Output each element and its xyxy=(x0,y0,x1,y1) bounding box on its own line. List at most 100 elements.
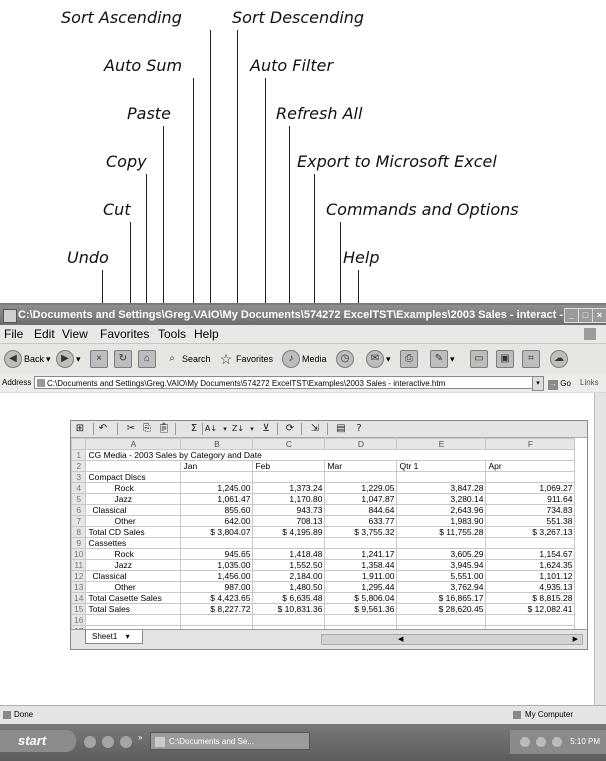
value-cell[interactable] xyxy=(485,537,576,549)
menu-tools[interactable]: Tools xyxy=(158,325,186,343)
row-label-cell[interactable]: Classical xyxy=(85,504,182,516)
value-cell[interactable]: 1,170.80 xyxy=(252,493,326,505)
value-cell[interactable]: 1,069.27 xyxy=(485,482,576,494)
value-cell[interactable] xyxy=(180,537,254,549)
back-button[interactable]: ◀ Back ▾ xyxy=(4,349,51,369)
value-cell[interactable]: 5,551.00 xyxy=(396,570,487,582)
sort-descending-icon[interactable]: Z↓ xyxy=(231,422,245,436)
value-cell[interactable]: $ 6,635.48 xyxy=(252,592,326,604)
value-cell[interactable]: $ 3,755.32 xyxy=(324,526,398,538)
value-cell[interactable] xyxy=(396,537,487,549)
row-label-cell[interactable]: Total Casette Sales xyxy=(85,592,182,604)
column-header[interactable]: D xyxy=(324,438,398,450)
home-button[interactable]: ⌂ xyxy=(138,349,156,369)
quick-launch-mail-icon[interactable] xyxy=(102,736,114,748)
edit-button[interactable]: ✎ ▾ xyxy=(430,349,455,369)
header-cell[interactable]: Mar xyxy=(324,460,398,472)
value-cell[interactable] xyxy=(324,471,398,483)
cut-icon[interactable]: ✂ xyxy=(124,422,138,436)
stop-button[interactable]: × xyxy=(90,349,108,369)
quick-launch-ie-icon[interactable] xyxy=(120,736,132,748)
value-cell[interactable]: 4,935.13 xyxy=(485,581,576,593)
value-cell[interactable] xyxy=(324,537,398,549)
refresh-button[interactable]: ↻ xyxy=(114,349,132,369)
value-cell[interactable] xyxy=(485,614,576,626)
menu-edit[interactable]: Edit xyxy=(34,325,55,343)
value-cell[interactable]: 3,280.14 xyxy=(396,493,487,505)
value-cell[interactable]: 911.64 xyxy=(485,493,576,505)
value-cell[interactable]: 3,847.28 xyxy=(396,482,487,494)
column-header[interactable]: C xyxy=(252,438,326,450)
value-cell[interactable]: 1,624.35 xyxy=(485,559,576,571)
media-button[interactable]: ♪ Media xyxy=(282,349,327,369)
discuss-button[interactable]: ▭ xyxy=(470,349,488,369)
row-header[interactable]: 2 xyxy=(70,460,87,472)
row-header[interactable]: 6 xyxy=(70,504,87,516)
value-cell[interactable] xyxy=(324,614,398,626)
column-header[interactable]: B xyxy=(180,438,254,450)
auto-sum-icon[interactable]: Σ xyxy=(187,422,201,436)
value-cell[interactable]: 844.64 xyxy=(324,504,398,516)
value-cell[interactable]: 551.38 xyxy=(485,515,576,527)
value-cell[interactable]: 1,245.00 xyxy=(180,482,254,494)
value-cell[interactable]: 3,762.94 xyxy=(396,581,487,593)
value-cell[interactable] xyxy=(252,537,326,549)
value-cell[interactable]: $ 28,620.45 xyxy=(396,603,487,615)
row-header[interactable]: 14 xyxy=(70,592,87,604)
value-cell[interactable]: 1,456.00 xyxy=(180,570,254,582)
commands-options-icon[interactable]: ▤ xyxy=(334,422,348,436)
row-header[interactable]: 3 xyxy=(70,471,87,483)
row-header[interactable]: 8 xyxy=(70,526,87,538)
value-cell[interactable]: $ 9,561.36 xyxy=(324,603,398,615)
row-label-cell[interactable]: Total Sales xyxy=(85,603,182,615)
sheet-tab-sheet1[interactable]: Sheet1 ▾ xyxy=(85,630,143,644)
header-cell[interactable] xyxy=(85,460,182,472)
research-button[interactable]: ⌗ xyxy=(522,349,540,369)
row-label-cell[interactable]: Jazz xyxy=(85,559,182,571)
row-label-cell[interactable]: Rock xyxy=(85,482,182,494)
minimize-button[interactable]: _ xyxy=(564,308,579,323)
value-cell[interactable]: 2,184.00 xyxy=(252,570,326,582)
undo-icon[interactable]: ↶ xyxy=(96,422,110,436)
value-cell[interactable]: $ 4,195.89 xyxy=(252,526,326,538)
value-cell[interactable]: 1,101.12 xyxy=(485,570,576,582)
tray-display-icon[interactable] xyxy=(552,737,562,747)
row-label-cell[interactable]: Jazz xyxy=(85,493,182,505)
row-header[interactable]: 15 xyxy=(70,603,87,615)
value-cell[interactable]: 3,605.29 xyxy=(396,548,487,560)
row-label-cell[interactable]: Cassettes xyxy=(85,537,182,549)
value-cell[interactable]: 1,552.50 xyxy=(252,559,326,571)
value-cell[interactable]: 1,229.05 xyxy=(324,482,398,494)
value-cell[interactable]: $ 3,804.07 xyxy=(180,526,254,538)
row-header[interactable]: 13 xyxy=(70,581,87,593)
value-cell[interactable]: 945.65 xyxy=(180,548,254,560)
go-button[interactable]: → Go xyxy=(548,375,571,393)
close-button[interactable]: × xyxy=(592,308,606,323)
row-label-cell[interactable]: Rock xyxy=(85,548,182,560)
page-vertical-scrollbar[interactable] xyxy=(594,393,606,705)
chevron-down-icon[interactable]: ▾ xyxy=(245,422,259,436)
value-cell[interactable]: 1,035.00 xyxy=(180,559,254,571)
value-cell[interactable]: 708.13 xyxy=(252,515,326,527)
history-button[interactable]: ◷ xyxy=(336,349,354,369)
menu-file[interactable]: File xyxy=(4,325,23,343)
value-cell[interactable]: 987.00 xyxy=(180,581,254,593)
row-header[interactable]: 5 xyxy=(70,493,87,505)
row-header[interactable]: 16 xyxy=(70,614,87,626)
value-cell[interactable] xyxy=(396,614,487,626)
value-cell[interactable]: 1,373.24 xyxy=(252,482,326,494)
value-cell[interactable]: 855.60 xyxy=(180,504,254,516)
paste-icon[interactable]: 📋︎ xyxy=(157,422,171,436)
value-cell[interactable]: 1,154.67 xyxy=(485,548,576,560)
menu-view[interactable]: View xyxy=(62,325,88,343)
value-cell[interactable]: 1,418.48 xyxy=(252,548,326,560)
value-cell[interactable]: 642.00 xyxy=(180,515,254,527)
value-cell[interactable] xyxy=(485,471,576,483)
help-icon[interactable]: ? xyxy=(352,422,366,436)
value-cell[interactable]: $ 10,831.36 xyxy=(252,603,326,615)
value-cell[interactable]: $ 8,815.28 xyxy=(485,592,576,604)
links-label[interactable]: Links xyxy=(580,374,599,392)
row-label-cell[interactable]: Compact Discs xyxy=(85,471,182,483)
value-cell[interactable]: $ 5,806.04 xyxy=(324,592,398,604)
value-cell[interactable]: 1,241.17 xyxy=(324,548,398,560)
